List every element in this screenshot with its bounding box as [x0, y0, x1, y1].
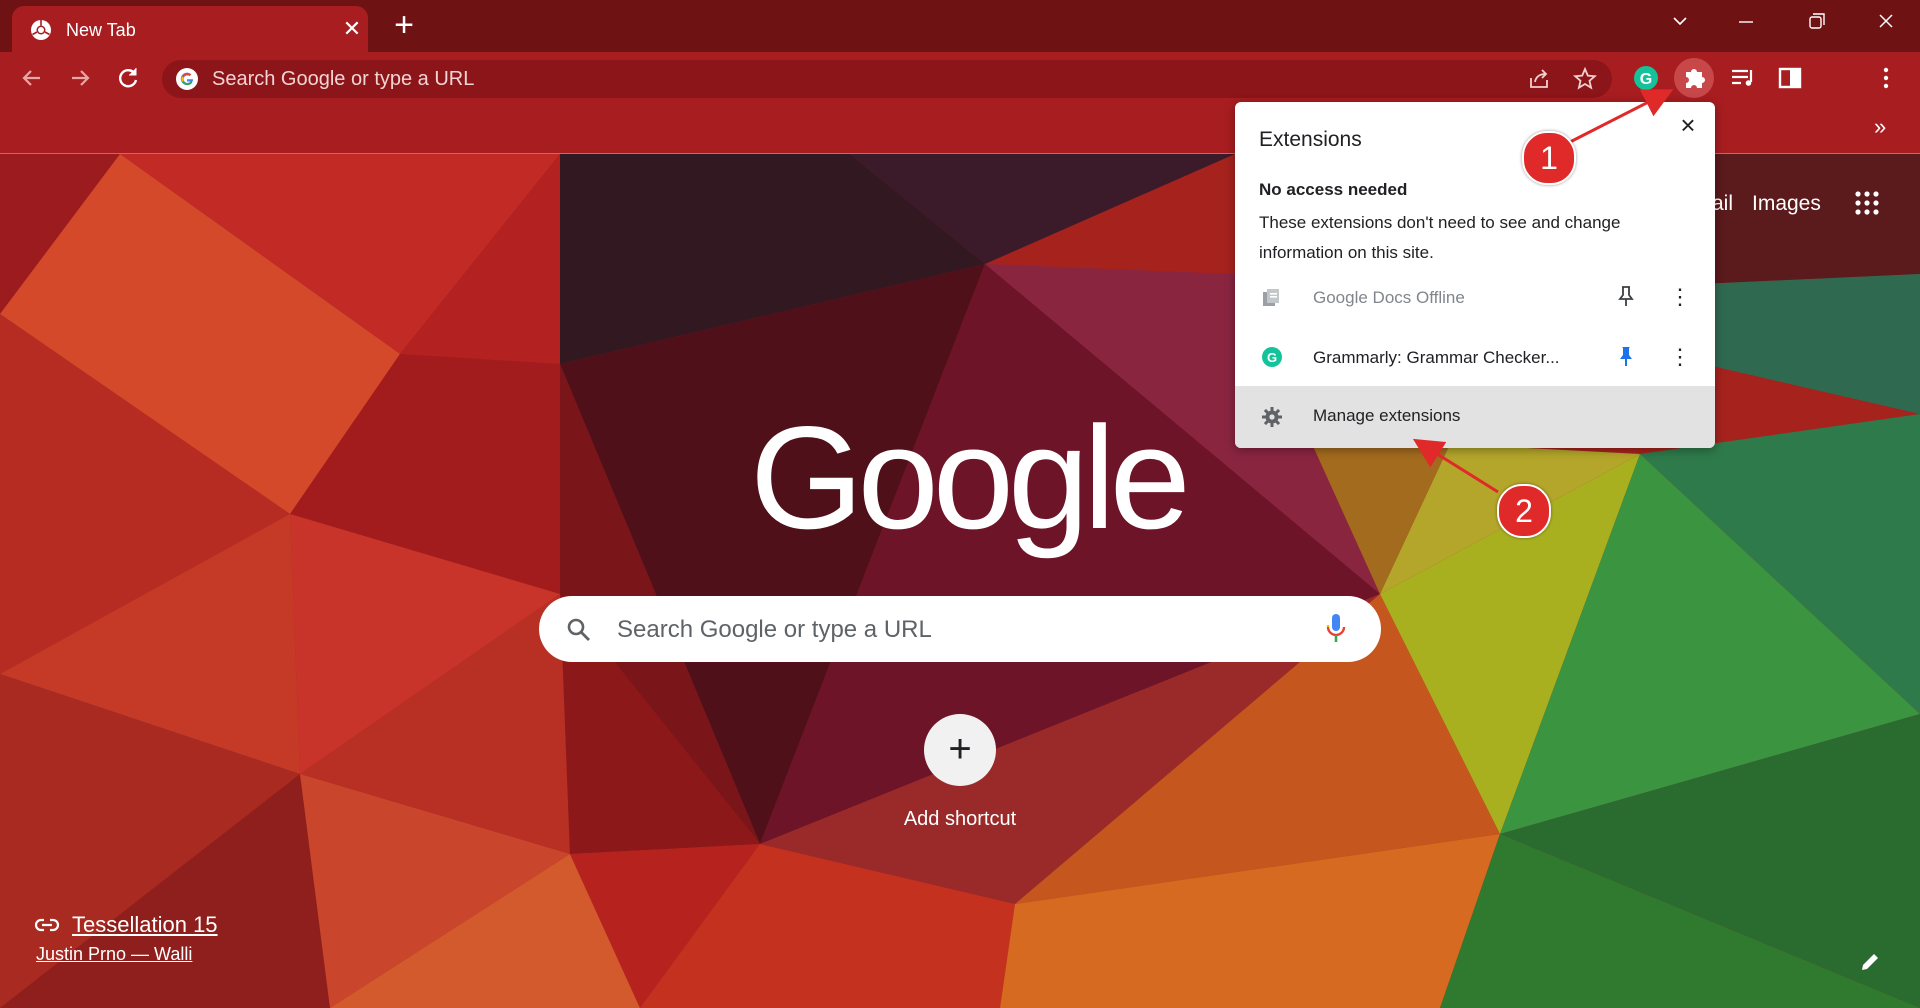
toolbar: Search Google or type a URL G	[0, 52, 1920, 104]
svg-text:G: G	[1640, 71, 1652, 88]
address-bar[interactable]: Search Google or type a URL	[162, 60, 1612, 98]
back-arrow-icon[interactable]	[14, 60, 50, 96]
extension-item[interactable]: Google Docs Offline ⋮	[1235, 268, 1715, 326]
gear-icon	[1262, 407, 1282, 427]
reload-icon[interactable]	[110, 60, 146, 96]
pin-icon[interactable]	[1615, 284, 1637, 308]
puzzle-icon	[1686, 69, 1705, 88]
more-vert-icon[interactable]	[1868, 60, 1904, 96]
plus-icon[interactable]: +	[386, 8, 422, 44]
minimize-icon[interactable]	[1724, 8, 1768, 36]
manage-extensions-item[interactable]: Manage extensions	[1235, 386, 1715, 448]
plus-icon: +	[948, 727, 972, 771]
search-icon	[567, 618, 590, 641]
annotation-badge-1: 1	[1522, 131, 1576, 185]
restore-icon[interactable]	[1794, 8, 1838, 36]
docs-offline-icon	[1263, 289, 1279, 306]
share-icon[interactable]	[1526, 66, 1552, 92]
background-title-link[interactable]: Tessellation 15	[72, 912, 218, 938]
section-description: These extensions don't need to see and c…	[1259, 213, 1621, 262]
add-shortcut-label[interactable]: Add shortcut	[880, 808, 1040, 831]
grammarly-icon: G	[1262, 347, 1282, 367]
chevron-double-right-icon[interactable]: »	[1874, 114, 1886, 140]
extension-name: Google Docs Offline	[1313, 288, 1465, 307]
extensions-menu-title: Extensions	[1259, 128, 1362, 151]
pin-icon[interactable]	[1615, 344, 1637, 368]
close-window-icon[interactable]	[1864, 8, 1908, 36]
tab-new-tab[interactable]: New Tab ✕	[12, 6, 368, 52]
gmail-link[interactable]: ail	[1712, 192, 1733, 216]
manage-extensions-label: Manage extensions	[1313, 406, 1461, 425]
side-panel-icon[interactable]	[1772, 60, 1808, 96]
chevron-down-icon[interactable]	[1658, 8, 1702, 36]
close-icon[interactable]: ✕	[338, 15, 366, 43]
google-logo: Google	[750, 396, 1191, 559]
address-placeholder: Search Google or type a URL	[212, 68, 475, 90]
apps-grid-icon[interactable]	[1854, 190, 1880, 216]
images-link[interactable]: Images	[1752, 192, 1821, 216]
pencil-icon[interactable]	[1858, 950, 1882, 974]
close-icon[interactable]: ×	[1675, 112, 1701, 138]
tab-title: New Tab	[66, 20, 136, 40]
link-icon	[34, 918, 60, 932]
extensions-menu: Extensions × No access needed These exte…	[1235, 102, 1715, 448]
extensions-button[interactable]	[1674, 58, 1714, 98]
more-vert-icon[interactable]: ⋮	[1669, 284, 1691, 310]
search-placeholder: Search Google or type a URL	[617, 616, 932, 643]
section-heading: No access needed	[1259, 180, 1408, 199]
title-bar: New Tab ✕ +	[0, 0, 1920, 52]
add-shortcut-button[interactable]: +	[924, 714, 996, 786]
background-author-link[interactable]: Justin Prno — Walli	[36, 944, 192, 965]
mic-icon[interactable]	[1325, 612, 1347, 646]
forward-arrow-icon[interactable]	[62, 60, 98, 96]
grammarly-icon[interactable]: G	[1628, 60, 1664, 96]
more-vert-icon[interactable]: ⋮	[1669, 344, 1691, 370]
chrome-icon	[31, 20, 51, 40]
google-g-icon	[176, 68, 198, 90]
extension-item[interactable]: G Grammarly: Grammar Checker... ⋮	[1235, 328, 1715, 386]
extension-name: Grammarly: Grammar Checker...	[1313, 348, 1560, 367]
ntp-search-box[interactable]: Search Google or type a URL	[539, 596, 1381, 662]
media-queue-icon[interactable]	[1724, 60, 1760, 96]
star-icon[interactable]	[1572, 66, 1598, 92]
svg-text:G: G	[1267, 350, 1277, 365]
annotation-badge-2: 2	[1497, 484, 1551, 538]
